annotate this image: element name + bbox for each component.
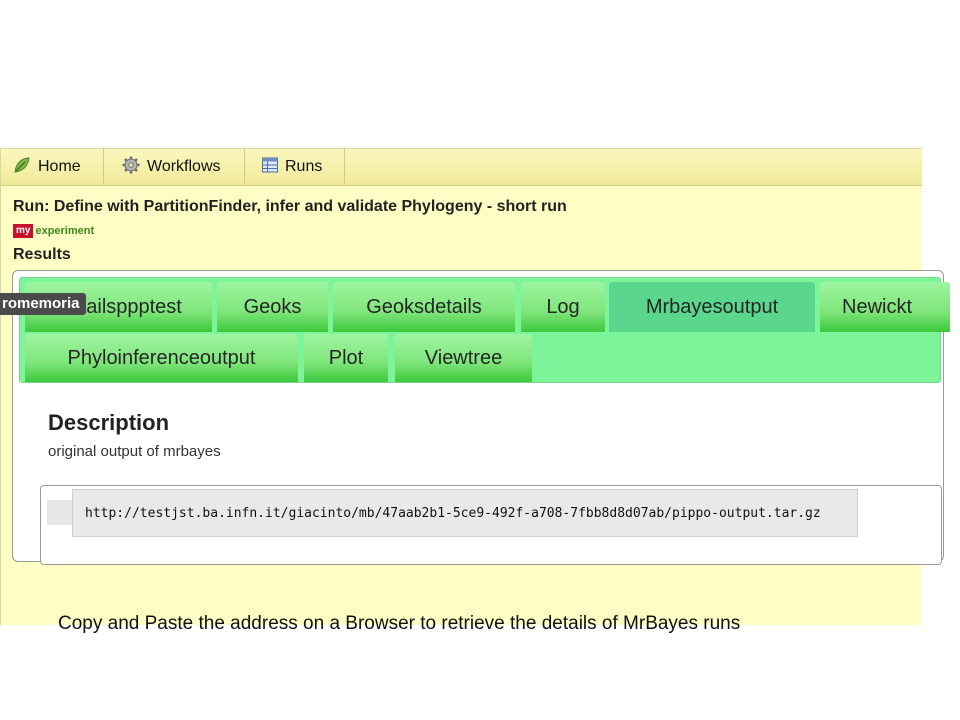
tab-plot[interactable]: Plot (304, 334, 388, 382)
tab-label: Geoksdetails (366, 295, 482, 318)
output-url-field[interactable]: http://testjst.ba.infn.it/giacinto/mb/47… (72, 489, 858, 537)
tab-mrbayesoutput[interactable]: Mrbayesoutput (609, 282, 815, 332)
leaf-icon (12, 155, 38, 180)
tab-label: Viewtree (424, 346, 503, 369)
output-url-box: http://testjst.ba.infn.it/giacinto/mb/47… (40, 485, 942, 565)
gear-icon (121, 155, 147, 180)
tab-label: Newickt (842, 295, 913, 318)
results-tab-bar: Detailsppptest Geoks Geoksdetails Log Mr… (19, 277, 950, 383)
tab-label: Mrbayesoutput (645, 295, 779, 318)
tab-label: Log (546, 295, 580, 318)
nav-tab-label: Workflows (147, 158, 221, 175)
nav-tab-label: Runs (285, 158, 323, 175)
tab-label: Geoks (243, 295, 302, 318)
tab-newickt[interactable]: Newickt (820, 282, 950, 332)
nav-tab-runs[interactable]: Runs (245, 149, 345, 185)
url-gutter (47, 500, 72, 525)
nav-tab-label: Home (38, 158, 81, 175)
logo-my: my (13, 224, 34, 238)
results-heading: Results (13, 246, 71, 263)
description-heading: Description (48, 410, 170, 435)
tab-viewtree[interactable]: Viewtree (395, 334, 532, 382)
run-title: Run: Define with PartitionFinder, infer … (13, 198, 567, 215)
nav-tab-workflows[interactable]: Workflows (104, 149, 245, 185)
tab-label: Plot (328, 346, 364, 369)
logo-experiment: experiment (35, 225, 95, 237)
table-icon (261, 156, 285, 179)
tab-geoks[interactable]: Geoks (217, 282, 328, 332)
tab-geoksdetails[interactable]: Geoksdetails (333, 282, 515, 332)
myexperiment-logo[interactable]: my experiment (13, 224, 94, 238)
tab-label: Phyloinferenceoutput (67, 346, 256, 369)
tab-log[interactable]: Log (521, 282, 605, 332)
tab-phyloinferenceoutput[interactable]: Phyloinferenceoutput (25, 334, 298, 382)
nav-tab-home[interactable]: Home (1, 149, 104, 185)
slide-caption: Copy and Paste the address on a Browser … (58, 613, 741, 634)
top-nav-bar: Home Workflows Runs (1, 149, 922, 186)
promemoria-overlay-label[interactable]: romemoria (0, 293, 86, 315)
description-text: original output of mrbayes (48, 443, 221, 460)
